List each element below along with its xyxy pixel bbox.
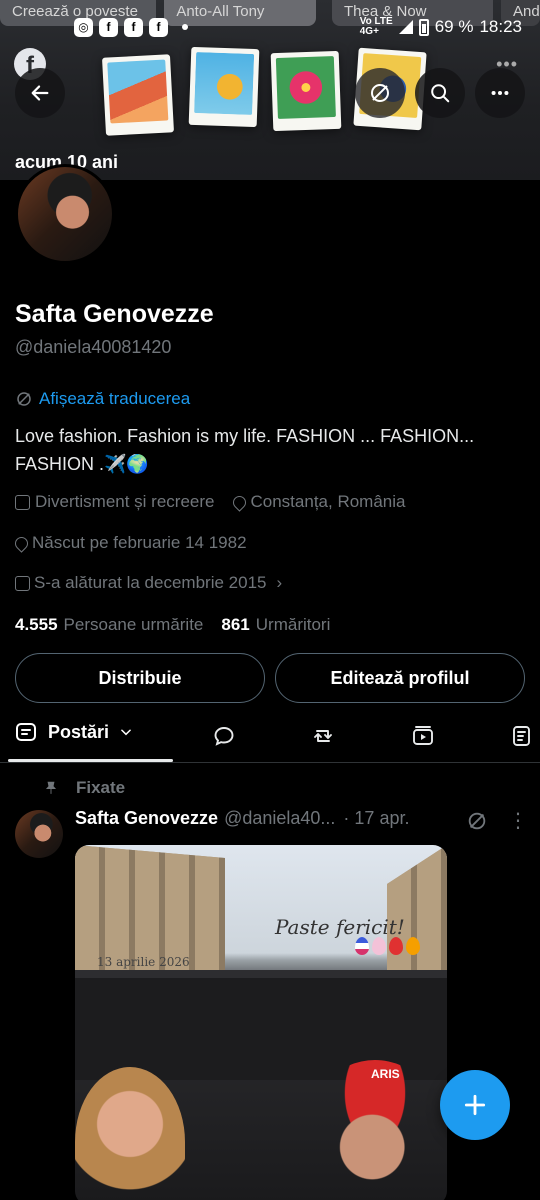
followers-label[interactable]: Urmăritori — [256, 615, 331, 635]
chevron-right-icon: › — [276, 573, 283, 592]
notification-dot-icon — [182, 24, 188, 30]
status-bar: ◎ f f f Vo LTE 4G+ 69 % 18:23 — [74, 14, 540, 40]
profile-bio: Love fashion. Fashion is my life. FASHIO… — [15, 426, 475, 474]
signal-icon — [398, 20, 413, 34]
building-right — [387, 845, 447, 975]
profile-handle: @daniela40081420 — [15, 337, 172, 357]
briefcase-icon — [15, 494, 30, 510]
battery-level: 69 % — [434, 17, 474, 36]
tabs-divider — [0, 762, 540, 763]
post-translate-button[interactable] — [466, 810, 488, 837]
balloon-icon — [12, 533, 31, 553]
pinned-indicator: Fixate — [44, 778, 125, 798]
facebook-icon: f — [149, 17, 168, 37]
chevron-down-icon — [121, 729, 131, 736]
following-label[interactable]: Persoane urmărite — [64, 615, 204, 635]
memory-photo — [188, 46, 260, 128]
follow-stats: 4.555 Persoane urmărite 861 Urmăritori — [15, 615, 330, 635]
post-icon — [16, 723, 36, 741]
search-button[interactable] — [415, 68, 465, 118]
translate-button[interactable] — [355, 68, 405, 118]
tab-posts-label: Postări — [48, 721, 110, 742]
profile-banner: Creează o poveste Anto-All Tony Thea & N… — [0, 0, 540, 180]
arrow-left-icon — [31, 85, 49, 101]
tab-replies-icon[interactable] — [212, 724, 236, 748]
translate-icon — [468, 812, 486, 830]
network-label: Vo LTE 4G+ — [359, 16, 393, 37]
image-caption: Paste fericit! — [275, 915, 405, 939]
birthday-row: Născut pe februarie 14 1982 — [12, 533, 247, 553]
profile-name: Safta Genovezze — [15, 300, 214, 328]
translate-icon — [17, 392, 31, 406]
facebook-icon: f — [99, 17, 118, 37]
tab-articles-icon[interactable] — [511, 724, 535, 748]
tab-videos-icon[interactable] — [411, 724, 435, 748]
person-right — [305, 1060, 445, 1200]
back-button[interactable] — [15, 68, 65, 118]
facebook-icon: f — [124, 17, 143, 37]
person-left — [75, 1067, 185, 1200]
tab-posts[interactable]: Postări — [14, 720, 133, 744]
location-pin-icon — [229, 492, 249, 512]
more-icon — [491, 90, 509, 96]
joined-label: S-a alăturat la decembrie 2015 — [34, 573, 267, 592]
memory-photo — [270, 50, 342, 132]
joined-row[interactable]: S-a alăturat la decembrie 2015 › — [15, 573, 282, 593]
translate-icon — [371, 84, 389, 102]
category-label: Divertisment și recreere — [35, 492, 215, 511]
category-item: Divertisment și recreere — [15, 492, 215, 512]
post-image[interactable]: Paste fericit! 13 aprilie 2026 ARIS — [75, 845, 447, 1200]
post-header: Safta Genovezze @daniela40... · 17 apr. — [75, 808, 530, 829]
profile-meta-row: Divertisment și recreere Constanța, Româ… — [15, 492, 419, 512]
translate-label: Afișează traducerea — [39, 389, 191, 408]
location-label: Constanța, România — [250, 492, 406, 511]
compose-button[interactable] — [440, 1070, 510, 1140]
post-author-name[interactable]: Safta Genovezze — [75, 808, 218, 829]
post-more-button[interactable]: ⋮ — [508, 808, 528, 833]
pin-icon — [45, 781, 57, 794]
location-item: Constanța, România — [229, 492, 406, 512]
messenger-icon: ◎ — [74, 17, 93, 37]
image-date: 13 aprilie 2026 — [97, 955, 190, 969]
memory-photo — [102, 54, 174, 136]
easter-eggs — [355, 937, 420, 955]
search-icon — [431, 84, 450, 103]
share-button[interactable]: Distribuie — [15, 653, 265, 703]
calendar-icon — [15, 575, 30, 591]
following-count[interactable]: 4.555 — [15, 615, 58, 635]
post-timestamp[interactable]: · 17 apr. — [343, 808, 409, 829]
followers-count[interactable]: 861 — [221, 615, 249, 635]
profile-tabs: Postări — [0, 712, 540, 762]
post-author-handle[interactable]: @daniela40... — [224, 808, 335, 829]
post-author-avatar[interactable] — [15, 810, 63, 858]
avatar[interactable] — [15, 164, 115, 264]
birthday-label: Născut pe februarie 14 1982 — [32, 533, 247, 552]
edit-profile-button[interactable]: Editează profilul — [275, 653, 525, 703]
translate-bio-link[interactable]: Afișează traducerea — [15, 389, 190, 409]
pinned-label: Fixate — [76, 778, 126, 797]
plus-icon — [464, 1094, 486, 1116]
tab-reposts-icon[interactable] — [311, 724, 335, 748]
more-button[interactable] — [475, 68, 525, 118]
battery-icon — [418, 18, 429, 36]
clock: 18:23 — [479, 17, 522, 36]
cap-text: ARIS — [371, 1067, 400, 1081]
